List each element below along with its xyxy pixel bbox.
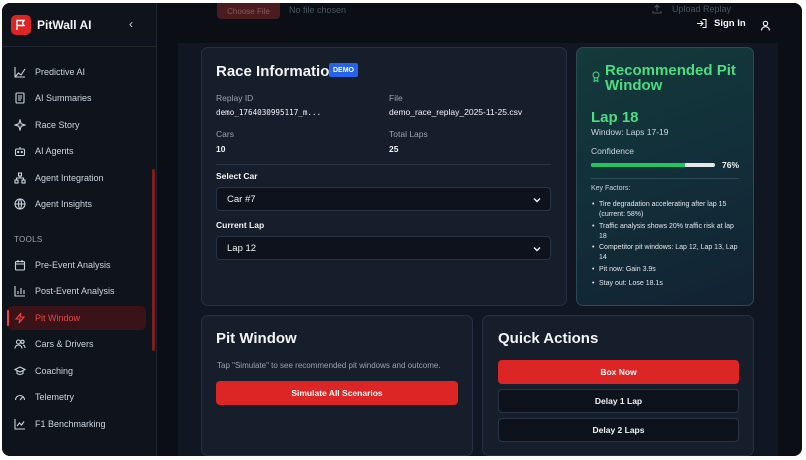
confidence-label: Confidence [591,146,635,156]
cars-value: 10 [216,144,226,154]
key-factors-label: Key Factors: [591,185,631,192]
sidebar-item-ai-summaries[interactable]: AI Summaries [7,86,146,110]
demo-badge: DEMO [329,63,358,77]
graduation-icon [14,366,26,375]
current-lap-dropdown[interactable]: Lap 12 [216,236,551,260]
confidence-bar [591,163,715,167]
chevron-down-icon [533,247,541,252]
sidebar-item-coaching[interactable]: Coaching [7,359,146,383]
sidebar-item-label: Coaching [35,366,74,376]
sign-in-icon [697,18,707,29]
total-laps-label: Total Laps [389,129,428,139]
quick-actions-title: Quick Actions [498,330,599,347]
app-window: PitWall AI ‹ Predictive AI AI Summaries … [2,3,802,456]
key-factor-item: Tire degradation accelerating after lap … [592,200,742,220]
tools-section-label: TOOLS [14,235,43,244]
race-info-divider [216,164,551,165]
sidebar-item-label: Telemetry [35,392,75,402]
file-label: File [389,93,403,103]
gauge-icon [14,394,26,401]
choose-file-button[interactable]: Choose File [217,3,280,19]
bot-icon [14,147,26,157]
user-icon[interactable] [760,18,771,36]
sidebar-item-label: Cars & Drivers [35,339,94,349]
sidebar-item-race-story[interactable]: Race Story [7,113,146,137]
key-factor-item: Stay out: Lose 18.1s [592,279,742,289]
document-icon [15,92,25,104]
pit-window-title: Pit Window [216,330,297,347]
sidebar-item-f1-benchmarking[interactable]: F1 Benchmarking [7,412,146,436]
sidebar-item-ai-agents[interactable]: AI Agents [7,139,146,163]
recommended-divider [591,178,739,179]
calendar-icon [14,260,26,271]
selected-car-value: Car #7 [227,193,256,205]
no-file-text: No file chosen [289,5,347,15]
sidebar-item-agent-insights[interactable]: Agent Insights [7,192,146,216]
recommended-pit-window-title: Recommended Pit Window [605,62,736,94]
delay-1-lap-button[interactable]: Delay 1 Lap [498,389,739,413]
sidebar-scrollbar[interactable] [152,169,155,351]
sidebar: PitWall AI ‹ Predictive AI AI Summaries … [2,3,157,456]
sign-in-button[interactable]: Sign In [696,18,746,29]
file-value: demo_race_replay_2025-11-25.csv [389,107,523,117]
current-lap-label: Current Lap [216,220,265,230]
sidebar-item-cars-drivers[interactable]: Cars & Drivers [7,332,146,356]
confidence-bar-fill [591,163,686,167]
pit-window-description: Tap "Simulate" to see recommended pit wi… [217,361,441,370]
globe-icon [14,198,26,210]
key-factor-item: Competitor pit windows: Lap 12, Lap 13, … [592,243,742,263]
trophy-icon [592,71,600,82]
sidebar-divider [2,46,157,47]
box-now-button[interactable]: Box Now [498,360,739,384]
select-car-dropdown[interactable]: Car #7 [216,187,551,211]
chevron-down-icon [533,198,541,203]
sidebar-item-label: F1 Benchmarking [35,419,106,429]
sidebar-item-label: AI Agents [35,146,74,156]
key-factor-item: Pit now: Gain 3.9s [592,265,742,275]
sidebar-item-predictive-ai[interactable]: Predictive AI [7,60,146,84]
chart-line-icon [14,419,25,430]
sidebar-item-label: Predictive AI [35,67,86,77]
simulate-all-scenarios-button[interactable]: Simulate All Scenarios [216,381,458,405]
sidebar-item-pit-window[interactable]: Pit Window [7,306,146,330]
sidebar-item-label: Pre-Event Analysis [35,260,111,270]
sidebar-item-telemetry[interactable]: Telemetry [7,385,146,409]
replay-id-value: demo_1764030995117_m... [216,108,322,117]
upload-replay-button[interactable]: Upload Replay [652,4,731,14]
key-factor-item: Traffic analysis shows 20% traffic risk … [592,222,742,242]
network-icon [14,172,26,184]
sidebar-item-label: Agent Insights [35,199,93,209]
sidebar-item-label: Race Story [35,120,80,130]
upload-replay-label: Upload Replay [672,4,732,14]
sidebar-item-pre-event-analysis[interactable]: Pre-Event Analysis [7,253,146,277]
collapse-sidebar-icon[interactable]: ‹ [129,17,133,31]
sidebar-item-agent-integration[interactable]: Agent Integration [7,166,146,190]
bar-chart-icon [14,286,25,297]
race-information-title: Race Information [216,63,339,80]
sidebar-item-label: Pit Window [35,313,81,323]
select-car-label: Select Car [216,171,258,181]
sign-in-label: Sign In [714,18,746,29]
flag-logo-icon [11,15,31,35]
sparkle-icon [14,119,26,131]
current-lap-value: Lap 12 [227,242,257,254]
recommended-lap: Lap 18 [591,109,639,126]
trend-icon [14,67,26,78]
upload-icon [652,4,662,14]
confidence-value: 76% [722,160,740,170]
total-laps-value: 25 [389,144,399,154]
brand[interactable]: PitWall AI [11,14,91,36]
sidebar-item-label: AI Summaries [35,93,92,103]
app-name: PitWall AI [37,18,92,32]
delay-2-laps-button[interactable]: Delay 2 Laps [498,418,739,442]
people-icon [14,339,26,349]
bolt-icon [14,312,26,324]
cars-label: Cars [216,129,234,139]
sidebar-item-label: Agent Integration [35,173,104,183]
replay-id-label: Replay ID [216,93,254,103]
sidebar-item-label: Post-Event Analysis [35,286,115,296]
recommended-window-range: Window: Laps 17-19 [591,127,669,137]
sidebar-item-post-event-analysis[interactable]: Post-Event Analysis [7,279,146,303]
